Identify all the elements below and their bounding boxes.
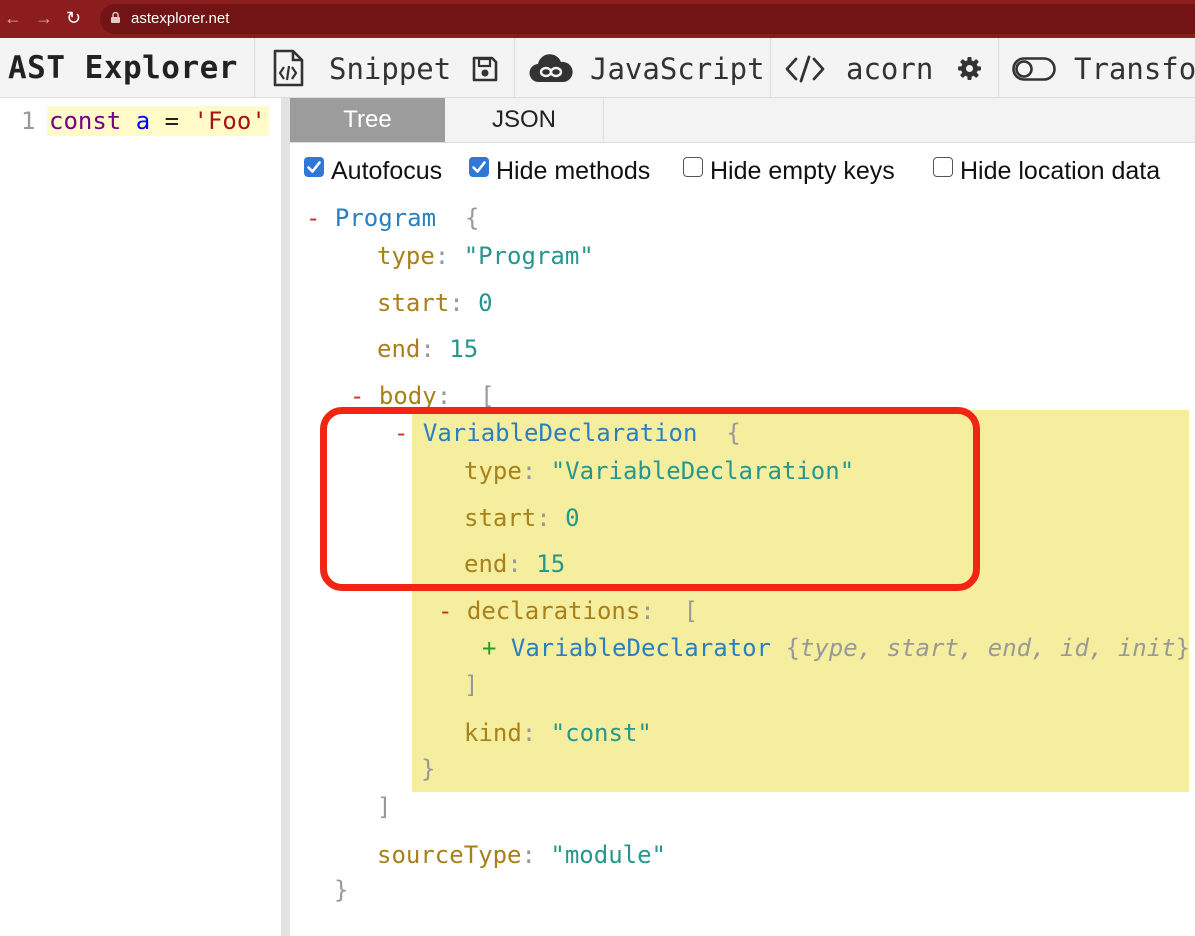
snippet-menu[interactable]: Snippet bbox=[329, 52, 451, 86]
pane-resizer[interactable] bbox=[281, 98, 290, 936]
code-icon[interactable] bbox=[785, 55, 825, 83]
code-line[interactable]: const a = 'Foo' bbox=[49, 107, 266, 135]
option-label: Hide methods bbox=[496, 157, 651, 185]
collapse-toggle[interactable]: - bbox=[306, 204, 320, 232]
reload-icon[interactable]: ↻ bbox=[66, 8, 81, 28]
tree-property: type: "Program" bbox=[377, 242, 594, 270]
expand-toggle[interactable]: + bbox=[482, 634, 496, 662]
tab-tree[interactable]: Tree bbox=[290, 98, 445, 142]
address-bar[interactable] bbox=[100, 4, 1195, 34]
tab-json[interactable]: JSON bbox=[445, 98, 604, 142]
parser-menu[interactable]: acorn bbox=[846, 52, 933, 86]
back-arrow-icon[interactable]: ← bbox=[4, 8, 22, 28]
forward-arrow-icon[interactable]: → bbox=[35, 8, 53, 28]
language-menu[interactable]: JavaScript bbox=[590, 52, 765, 86]
option-autofocus[interactable]: Autofocus bbox=[304, 156, 454, 186]
option-label: Hide location data bbox=[960, 157, 1161, 185]
tree-node-program[interactable]: - Program { bbox=[306, 203, 479, 233]
collapse-toggle[interactable]: - bbox=[438, 597, 452, 625]
output-tabs: Tree JSON bbox=[290, 98, 1195, 143]
code-identifier: a bbox=[135, 107, 151, 135]
toolbar-divider bbox=[514, 38, 515, 97]
collapse-toggle[interactable]: - bbox=[350, 382, 364, 410]
app-title: AST Explorer bbox=[8, 50, 238, 86]
transform-menu[interactable]: Transfo bbox=[1074, 52, 1195, 86]
tree-brace: } bbox=[421, 755, 436, 783]
tree-bracket: ] bbox=[377, 793, 392, 821]
save-icon[interactable] bbox=[472, 56, 498, 82]
gear-icon[interactable] bbox=[957, 56, 982, 81]
app-toolbar: AST Explorer Snippet JavaScript acorn Tr… bbox=[0, 38, 1195, 98]
checkbox-checked[interactable] bbox=[304, 157, 324, 177]
tree-property: start: 0 bbox=[377, 289, 493, 317]
tree-property-declarations[interactable]: - declarations: [ bbox=[438, 596, 698, 626]
code-string: 'Foo' bbox=[193, 107, 266, 135]
toolbar-divider bbox=[254, 38, 255, 97]
checkbox-checked[interactable] bbox=[469, 157, 489, 177]
code-keyword: const bbox=[49, 107, 122, 135]
lock-icon bbox=[111, 12, 120, 23]
annotation-highlight-box bbox=[320, 407, 980, 591]
option-hide-location-data[interactable]: Hide location data bbox=[933, 156, 1188, 186]
toolbar-divider bbox=[770, 38, 771, 97]
browser-bar: ← → ↻ astexplorer.net bbox=[0, 0, 1195, 38]
option-hide-methods[interactable]: Hide methods bbox=[469, 156, 669, 186]
checkbox-unchecked[interactable] bbox=[933, 157, 953, 177]
toggle-icon[interactable] bbox=[1012, 57, 1056, 81]
checkbox-unchecked[interactable] bbox=[683, 157, 703, 177]
option-label: Autofocus bbox=[331, 157, 443, 185]
url-text[interactable]: astexplorer.net bbox=[131, 9, 229, 29]
toolbar-divider bbox=[998, 38, 999, 97]
tree-bracket: ] bbox=[464, 671, 479, 699]
tree-property: end: 15 bbox=[377, 335, 479, 363]
tree-brace: } bbox=[334, 876, 349, 904]
code-editor[interactable] bbox=[0, 98, 281, 936]
tree-node-variable-declarator[interactable]: + VariableDeclarator {type, start, end, … bbox=[482, 633, 1190, 663]
tree-property: kind: "const" bbox=[464, 719, 652, 747]
line-number: 1 bbox=[21, 107, 36, 135]
cloud-icon[interactable] bbox=[529, 52, 573, 84]
option-hide-empty-keys[interactable]: Hide empty keys bbox=[683, 156, 918, 186]
code-operator: = bbox=[164, 107, 180, 135]
tree-property: sourceType: "module" bbox=[377, 841, 666, 869]
snippet-file-icon[interactable] bbox=[271, 49, 305, 87]
option-label: Hide empty keys bbox=[710, 157, 895, 185]
